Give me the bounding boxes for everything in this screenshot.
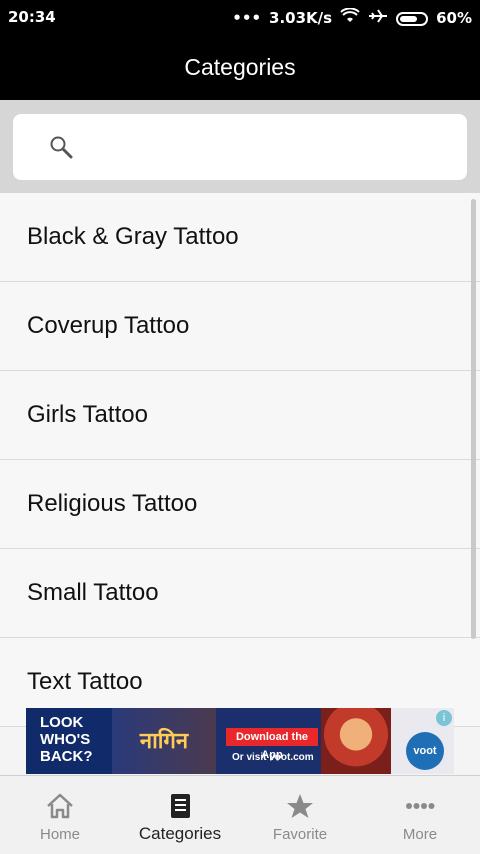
search-input[interactable] xyxy=(89,130,449,164)
status-indicators: ••• 3.03K/s 60% xyxy=(232,7,472,28)
ad-image xyxy=(321,708,391,774)
list-item-label: Small Tattoo xyxy=(27,579,159,606)
ad-brand-logo: voot xyxy=(406,732,444,770)
list-item-label: Girls Tattoo xyxy=(27,401,148,428)
nav-label-favorite: Favorite xyxy=(272,826,328,843)
list-item-label: Black & Gray Tattoo xyxy=(27,223,239,250)
list-scrollbar[interactable] xyxy=(471,199,476,639)
star-icon xyxy=(287,794,313,818)
signal-dots-icon: ••• xyxy=(232,9,262,27)
page-title: Categories xyxy=(184,54,296,80)
battery-percent: 60% xyxy=(436,9,472,27)
list-item-black-gray-tattoo[interactable]: Black & Gray Tattoo xyxy=(0,193,480,282)
nav-label-home: Home xyxy=(39,826,80,843)
search-icon xyxy=(50,136,73,159)
nav-item-home[interactable]: Home xyxy=(0,776,120,854)
bottom-nav: Home Categories Favorite More xyxy=(0,775,480,854)
home-icon xyxy=(47,793,73,819)
list-item-girls-tattoo[interactable]: Girls Tattoo xyxy=(0,371,480,460)
ad-show-logo: नागिन xyxy=(112,708,216,774)
ad-cta-button[interactable]: Download the App xyxy=(226,728,318,761)
category-list[interactable]: Black & Gray Tattoo Coverup Tattoo Girls… xyxy=(0,193,480,775)
nav-label-categories: Categories xyxy=(138,824,222,843)
search-box[interactable] xyxy=(13,114,467,180)
book-icon xyxy=(171,794,190,818)
airplane-icon xyxy=(368,8,388,28)
list-item-small-tattoo[interactable]: Small Tattoo xyxy=(0,549,480,638)
categories-screen: 20:34 ••• 3.03K/s 60% Categories Black &… xyxy=(0,0,480,854)
wifi-icon xyxy=(340,7,360,28)
list-item-label: Religious Tattoo xyxy=(27,490,198,517)
list-item-label: Text Tattoo xyxy=(27,668,143,695)
ad-subtext: Or visit voot.com xyxy=(232,752,314,763)
nav-item-categories[interactable]: Categories xyxy=(120,776,240,854)
battery-icon xyxy=(396,11,429,26)
ad-headline: LOOK WHO'S BACK? xyxy=(26,708,114,774)
nav-label-more: More xyxy=(402,826,438,843)
status-time: 20:34 xyxy=(8,8,56,26)
nav-item-more[interactable]: More xyxy=(360,776,480,854)
app-bar: Categories xyxy=(0,34,480,100)
network-speed: 3.03K/s xyxy=(269,9,333,27)
status-bar: 20:34 ••• 3.03K/s 60% xyxy=(0,0,480,34)
list-item-label: Coverup Tattoo xyxy=(27,312,190,339)
list-item-religious-tattoo[interactable]: Religious Tattoo xyxy=(0,460,480,549)
more-dots-icon xyxy=(406,803,435,809)
ad-info-icon[interactable]: i xyxy=(436,710,452,726)
list-item-coverup-tattoo[interactable]: Coverup Tattoo xyxy=(0,282,480,371)
nav-item-favorite[interactable]: Favorite xyxy=(240,776,360,854)
search-area xyxy=(0,100,480,193)
ad-banner[interactable]: LOOK WHO'S BACK? नागिन Download the App … xyxy=(26,708,454,774)
